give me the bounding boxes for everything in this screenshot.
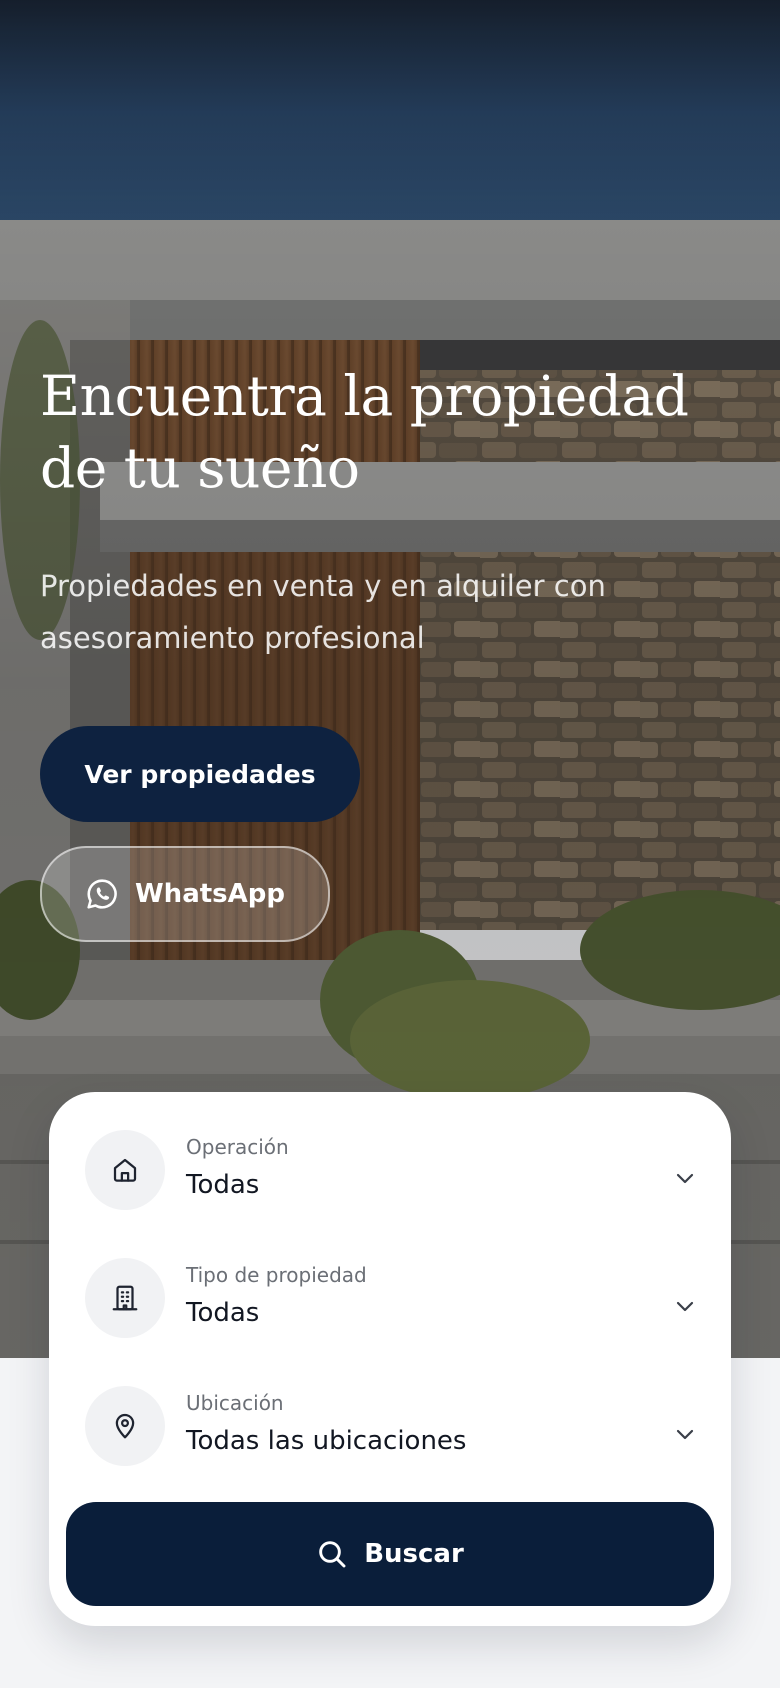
view-properties-label: Ver propiedades [84, 759, 316, 789]
whatsapp-button[interactable]: WhatsApp [40, 846, 330, 942]
search-button-label: Buscar [364, 1539, 464, 1569]
building-icon [85, 1258, 165, 1338]
location-value: Todas las ubicaciones [186, 1426, 467, 1456]
home-icon [85, 1130, 165, 1210]
property-type-value: Todas [186, 1298, 260, 1328]
map-pin-icon [85, 1386, 165, 1466]
hero-subtitle: Propiedades en venta y en alquiler con a… [40, 569, 606, 655]
hero-title: Encuentra la propiedad de tu sueño [40, 364, 689, 500]
chevron-down-icon [673, 1422, 697, 1446]
search-button[interactable]: Buscar [66, 1502, 714, 1606]
property-type-select[interactable]: Tipo de propiedad Todas [85, 1258, 697, 1340]
operation-value: Todas [186, 1170, 260, 1200]
whatsapp-label: WhatsApp [135, 879, 285, 909]
whatsapp-icon [85, 877, 119, 911]
location-select[interactable]: Ubicación Todas las ubicaciones [85, 1386, 697, 1468]
view-properties-button[interactable]: Ver propiedades [40, 726, 360, 822]
chevron-down-icon [673, 1294, 697, 1318]
location-label: Ubicación [186, 1391, 284, 1415]
chevron-down-icon [673, 1166, 697, 1190]
operation-select[interactable]: Operación Todas [85, 1130, 697, 1212]
property-search-card: Operación Todas Tipo de propiedad Todas [49, 1092, 731, 1626]
property-type-label: Tipo de propiedad [186, 1263, 367, 1287]
search-icon [316, 1538, 348, 1570]
operation-label: Operación [186, 1135, 289, 1159]
